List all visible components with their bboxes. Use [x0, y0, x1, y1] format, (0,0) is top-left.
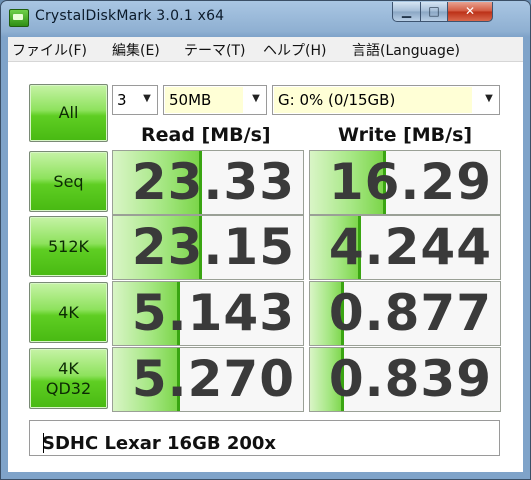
chevron-down-icon: ▼ — [485, 93, 493, 104]
menu-help[interactable]: ヘルプ(H) — [263, 40, 326, 60]
seq-read-value: 23.33 — [131, 153, 295, 211]
4k-write-value: 0.877 — [328, 284, 492, 342]
close-button[interactable]: ✕ — [447, 2, 493, 22]
4k-button[interactable]: 4K — [29, 282, 108, 343]
comment-input[interactable]: SDHC Lexar 16GB 200x — [29, 420, 500, 456]
minimize-icon: ▁ — [401, 4, 412, 18]
drive-value: G: 0% (0/15GB) — [274, 87, 472, 113]
write-header: Write [MB/s] — [338, 124, 473, 146]
close-icon: ✕ — [464, 4, 476, 18]
menu-theme[interactable]: テーマ(T) — [184, 40, 245, 60]
test-count-value: 3 — [117, 91, 127, 109]
512k-button[interactable]: 512K — [29, 216, 108, 277]
maximize-icon: □ — [428, 4, 440, 18]
crystaldiskmark-app-icon[interactable] — [9, 9, 29, 27]
test-size-select[interactable]: 50MB ▼ — [163, 85, 267, 115]
seq-write-value: 16.29 — [328, 153, 492, 211]
512k-read-value: 23.15 — [131, 218, 295, 276]
comment-value: SDHC Lexar 16GB 200x — [42, 433, 277, 454]
window-title: CrystalDiskMark 3.0.1 x64 — [35, 8, 225, 24]
4k-qd32-read-value: 5.270 — [131, 350, 295, 408]
app-window: CrystalDiskMark 3.0.1 x64 ▁ □ ✕ ファイル(F) … — [0, 0, 531, 480]
all-button[interactable]: All — [29, 84, 108, 142]
4k-qd32-write-result: 0.839 — [309, 347, 501, 412]
minimize-button[interactable]: ▁ — [392, 2, 421, 22]
maximize-button[interactable]: □ — [420, 2, 448, 22]
menu-bar: ファイル(F) 編集(E) テーマ(T) ヘルプ(H) 言語(Language) — [8, 37, 523, 62]
4k-qd32-write-value: 0.839 — [328, 350, 492, 408]
4k-write-result: 0.877 — [309, 281, 501, 346]
512k-write-value: 4.244 — [328, 218, 492, 276]
seq-read-result: 23.33 — [112, 150, 304, 215]
seq-button[interactable]: Seq — [29, 151, 108, 212]
4k-qd32-read-result: 5.270 — [112, 347, 304, 412]
main-panel: All 3 ▼ 50MB ▼ G: 0% (0/15GB) ▼ Read [MB… — [8, 62, 523, 472]
test-size-value: 50MB — [165, 87, 243, 113]
chevron-down-icon: ▼ — [252, 93, 260, 104]
4k-qd32-button[interactable]: 4K QD32 — [29, 348, 108, 409]
menu-file[interactable]: ファイル(F) — [12, 40, 87, 60]
512k-write-result: 4.244 — [309, 215, 501, 280]
4k-read-value: 5.143 — [131, 284, 295, 342]
text-caret — [43, 433, 44, 453]
drive-select[interactable]: G: 0% (0/15GB) ▼ — [272, 85, 500, 115]
test-count-select[interactable]: 3 ▼ — [112, 85, 158, 115]
seq-write-result: 16.29 — [309, 150, 501, 215]
title-bar[interactable]: CrystalDiskMark 3.0.1 x64 ▁ □ ✕ — [1, 1, 530, 33]
menu-language[interactable]: 言語(Language) — [352, 40, 460, 60]
chevron-down-icon: ▼ — [143, 93, 151, 104]
512k-read-result: 23.15 — [112, 215, 304, 280]
read-header: Read [MB/s] — [141, 124, 271, 146]
4k-read-result: 5.143 — [112, 281, 304, 346]
menu-edit[interactable]: 編集(E) — [112, 40, 160, 60]
